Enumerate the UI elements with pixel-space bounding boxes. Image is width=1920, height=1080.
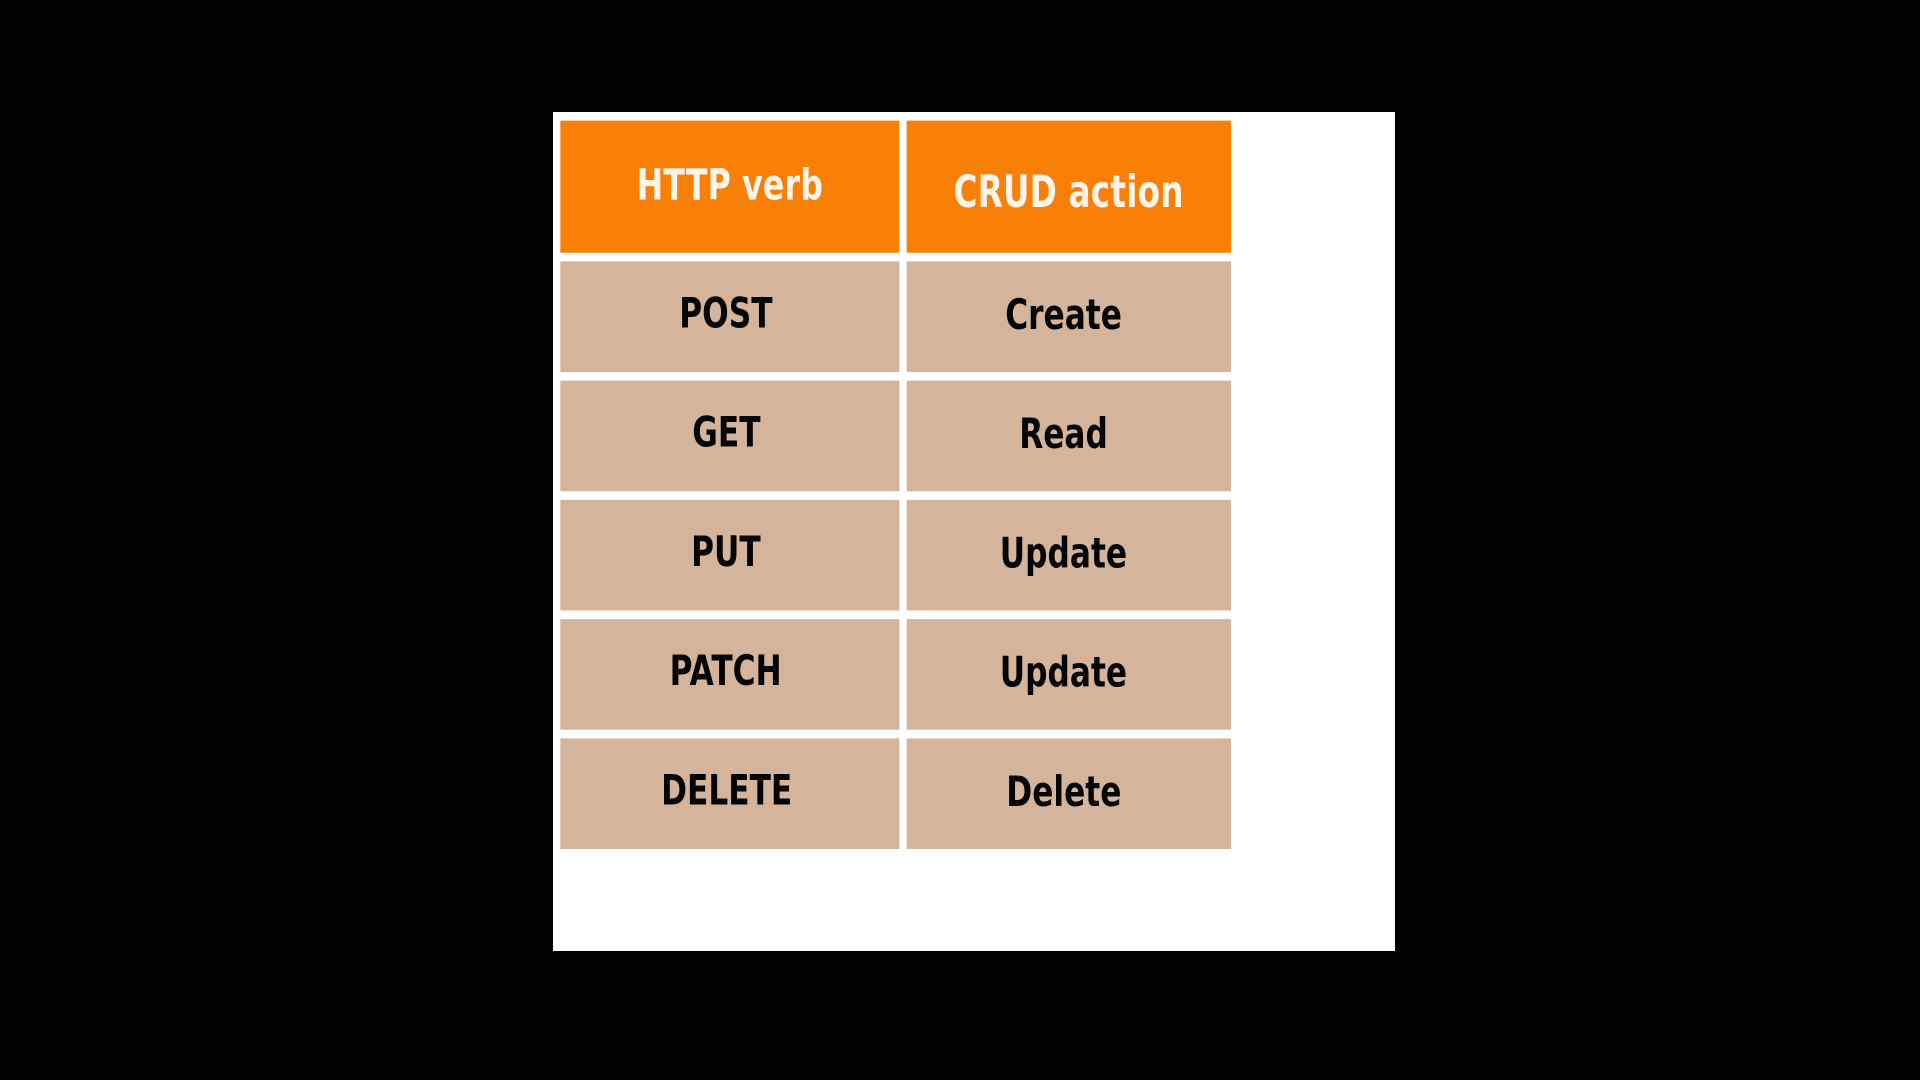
table-cell-verb-label: GET xyxy=(692,407,761,457)
table-cell-action: Update xyxy=(906,619,1231,730)
table-cell-verb-label: DELETE xyxy=(660,765,792,815)
screen-root: HTTP verb CRUD action POST Create GET Re… xyxy=(0,0,1920,1080)
table-cell-verb: GET xyxy=(560,380,900,492)
table-cell-action-label: Read xyxy=(1019,409,1109,459)
column-header-http-verb: HTTP verb xyxy=(560,120,900,253)
table-cell-action: Delete xyxy=(906,738,1231,849)
table-cell-verb-label: PUT xyxy=(691,527,761,577)
table-cell-action-label: Update xyxy=(1000,528,1128,578)
column-header-crud-action: CRUD action xyxy=(906,120,1231,253)
http-crud-mapping-table: HTTP verb CRUD action POST Create GET Re… xyxy=(553,112,1395,951)
table-cell-verb-label: PATCH xyxy=(670,646,783,696)
table-cell-verb: PATCH xyxy=(560,619,900,730)
table-grid: HTTP verb CRUD action POST Create GET Re… xyxy=(560,120,1387,943)
column-header-crud-action-label: CRUD action xyxy=(953,165,1184,218)
table-cell-action-label: Delete xyxy=(1006,767,1122,816)
table-cell-action: Read xyxy=(906,380,1231,492)
column-header-http-verb-label: HTTP verb xyxy=(636,160,824,212)
table-cell-verb: PUT xyxy=(560,499,900,611)
table-cell-verb-label: POST xyxy=(679,288,773,338)
table-cell-action: Update xyxy=(906,499,1231,611)
table-cell-verb: DELETE xyxy=(560,738,900,849)
table-cell-action-label: Create xyxy=(1005,290,1123,339)
table-cell-action-label: Update xyxy=(1000,647,1128,697)
table-cell-verb: POST xyxy=(560,261,900,373)
table-cell-action: Create xyxy=(906,261,1231,373)
